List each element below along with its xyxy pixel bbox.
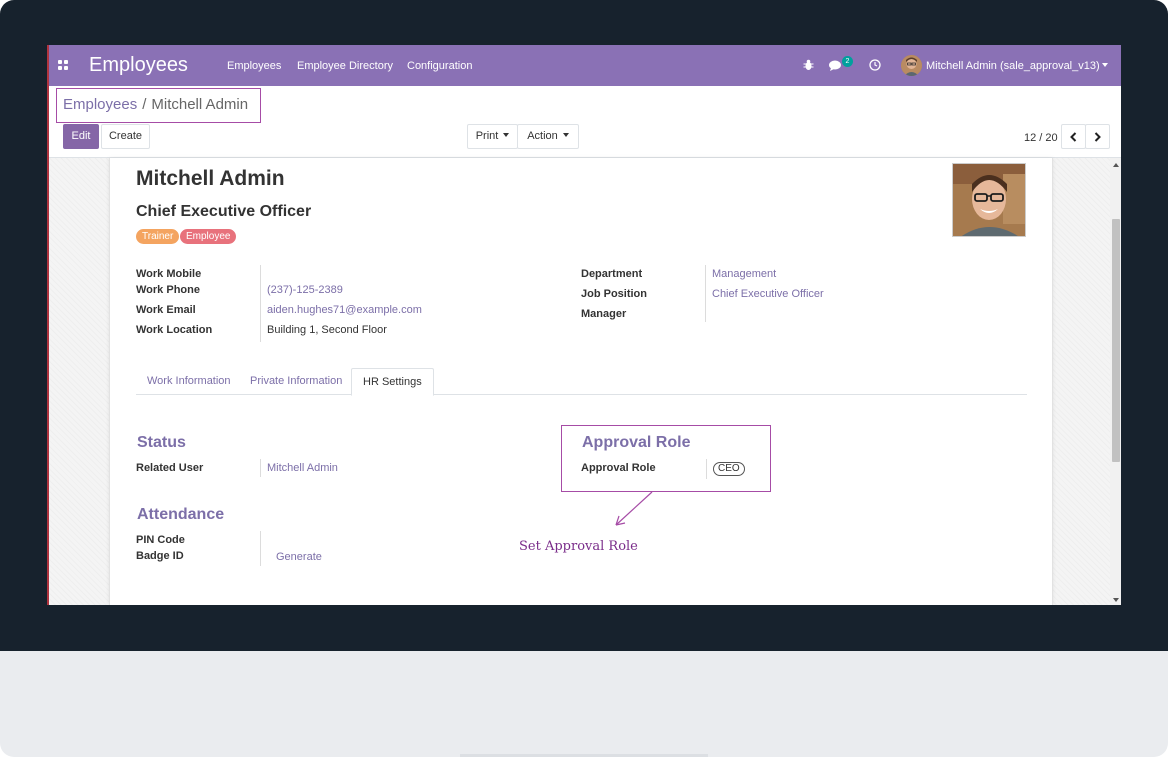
action-button[interactable]: Action xyxy=(517,124,579,149)
chevron-down-icon xyxy=(503,133,510,137)
annotation-arrow-icon xyxy=(615,491,653,526)
work-mobile-label: Work Mobile xyxy=(136,268,202,280)
tag-employee: Employee xyxy=(180,229,237,244)
scroll-down-icon[interactable] xyxy=(1113,598,1119,602)
bug-icon[interactable] xyxy=(803,59,814,71)
field-divider xyxy=(260,265,261,342)
chevron-down-icon xyxy=(562,133,569,137)
pager-next-button[interactable] xyxy=(1085,124,1110,149)
print-button[interactable]: Print xyxy=(467,124,518,149)
print-label: Print xyxy=(475,130,499,142)
chevron-down-icon[interactable] xyxy=(1102,63,1108,67)
attendance-title: Attendance xyxy=(137,506,225,523)
manager-label: Manager xyxy=(581,308,627,320)
employee-name: Mitchell Admin xyxy=(136,167,285,190)
work-phone-value[interactable]: (237)-125-2389 xyxy=(267,284,343,296)
action-label: Action xyxy=(527,130,558,142)
form-tabs: Work Information Private Information HR … xyxy=(136,368,1027,396)
tab-work-information[interactable]: Work Information xyxy=(136,368,242,395)
form-sheet: Mitchell Admin Chief Executive Officer T… xyxy=(109,158,1053,605)
chat-icon[interactable] xyxy=(829,60,843,72)
annotation-text: Set Approval Role xyxy=(519,539,638,554)
top-navbar: Employees Employees Employee Directory C… xyxy=(49,45,1121,86)
menu-configuration[interactable]: Configuration xyxy=(407,60,472,72)
pager-value[interactable]: 12 / 20 xyxy=(1024,132,1058,144)
department-value[interactable]: Management xyxy=(712,268,776,280)
device-frame: Employees Employees Employee Directory C… xyxy=(0,0,1168,757)
work-location-value: Building 1, Second Floor xyxy=(267,324,387,336)
status-title: Status xyxy=(137,434,186,451)
work-location-label: Work Location xyxy=(136,324,213,336)
work-phone-label: Work Phone xyxy=(136,284,200,296)
pin-code-label: PIN Code xyxy=(136,534,185,546)
field-divider xyxy=(260,531,261,566)
menu-employee-directory[interactable]: Employee Directory xyxy=(297,60,393,72)
chat-badge: 2 xyxy=(842,56,853,67)
menu-employees[interactable]: Employees xyxy=(227,60,281,72)
user-avatar[interactable] xyxy=(901,55,922,76)
edit-button[interactable]: Edit xyxy=(63,124,99,149)
pager-previous-button[interactable] xyxy=(1061,124,1086,149)
user-menu[interactable]: Mitchell Admin (sale_approval_v13) xyxy=(926,60,1100,72)
chevron-left-icon xyxy=(1070,132,1077,142)
field-divider xyxy=(706,459,707,479)
apps-grid-icon[interactable] xyxy=(58,60,69,71)
approval-role-label: Approval Role xyxy=(581,462,656,474)
related-user-label: Related User xyxy=(136,462,204,474)
create-button[interactable]: Create xyxy=(101,124,150,149)
related-user-value[interactable]: Mitchell Admin xyxy=(267,462,338,474)
scroll-up-icon[interactable] xyxy=(1113,163,1119,167)
department-label: Department xyxy=(581,268,643,280)
clock-icon[interactable] xyxy=(869,59,881,71)
job-position-label: Job Position xyxy=(581,288,647,300)
badge-id-label: Badge ID xyxy=(136,550,184,562)
screen: Employees Employees Employee Directory C… xyxy=(47,45,1121,605)
field-divider xyxy=(260,459,261,477)
approval-role-title: Approval Role xyxy=(582,434,691,451)
breadcrumb-highlight xyxy=(56,88,261,123)
chevron-right-icon xyxy=(1094,132,1101,142)
tag-trainer: Trainer xyxy=(136,229,180,244)
approval-role-value[interactable]: CEO xyxy=(713,462,745,476)
job-position-value[interactable]: Chief Executive Officer xyxy=(712,288,824,300)
tab-hr-settings[interactable]: HR Settings xyxy=(351,368,434,396)
control-panel: Employees / Mitchell Admin Edit Create Pri… xyxy=(49,86,1121,158)
scrollbar[interactable] xyxy=(1110,158,1121,605)
scrollbar-thumb[interactable] xyxy=(1112,219,1120,462)
generate-badge-link[interactable]: Generate xyxy=(276,551,322,563)
tab-private-information[interactable]: Private Information xyxy=(239,368,353,395)
work-email-value[interactable]: aiden.hughes71@example.com xyxy=(267,304,422,316)
employee-photo xyxy=(952,163,1026,237)
monitor-stand xyxy=(0,651,1168,757)
employee-job-title: Chief Executive Officer xyxy=(136,203,312,220)
app-brand: Employees xyxy=(89,54,188,76)
field-divider xyxy=(705,265,706,322)
work-email-label: Work Email xyxy=(136,304,196,316)
